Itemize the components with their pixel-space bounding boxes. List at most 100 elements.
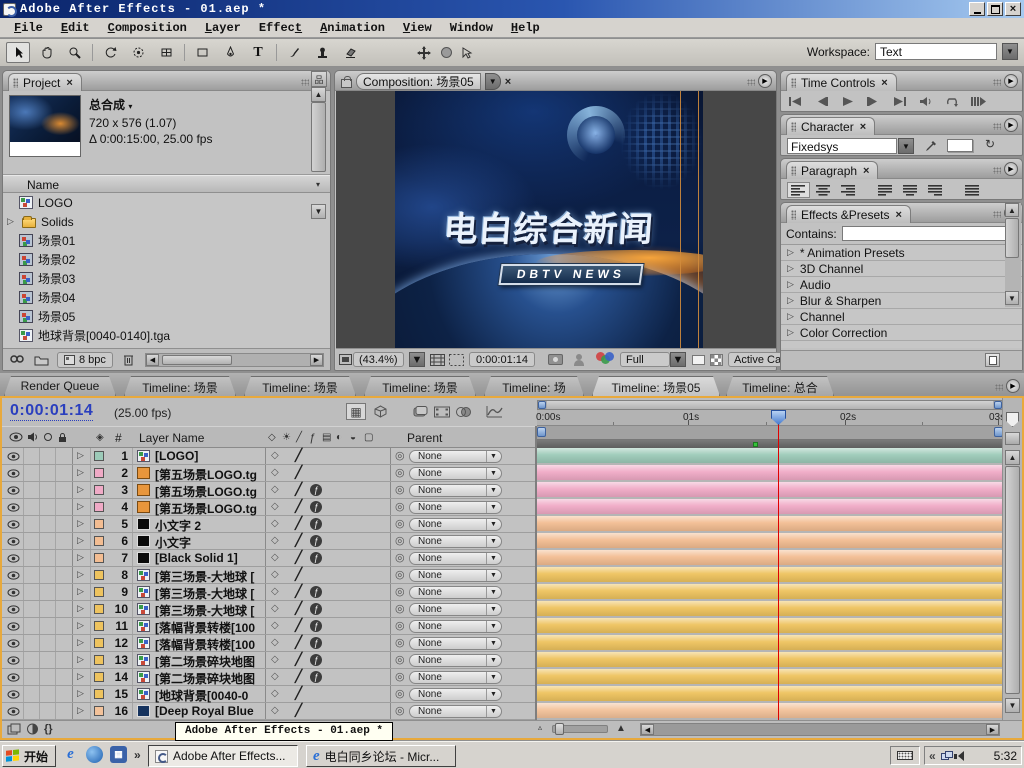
transparency-grid-icon[interactable] xyxy=(710,352,723,367)
align-center-button[interactable] xyxy=(812,182,835,198)
effects-toggle-icon[interactable]: ƒ xyxy=(310,484,322,496)
clone-stamp-tool[interactable] xyxy=(310,42,334,63)
restore-button[interactable] xyxy=(987,2,1003,16)
menu-window[interactable]: Window xyxy=(442,19,501,37)
menu-view[interactable]: View xyxy=(395,19,440,37)
scroll-up-icon[interactable]: ▲ xyxy=(1005,450,1020,465)
work-area-bar[interactable] xyxy=(537,426,1003,440)
viewer-dropdown-arrow[interactable]: ▼ xyxy=(485,73,501,90)
lock-column-icon[interactable] xyxy=(57,432,68,443)
chevron-down-icon[interactable]: ▼ xyxy=(486,451,500,462)
expander-icon[interactable]: ▷ xyxy=(77,501,84,512)
scroll-up-icon[interactable]: ▲ xyxy=(311,87,326,102)
layer-label-chip[interactable] xyxy=(94,553,104,563)
expander-icon[interactable]: ▷ xyxy=(787,327,794,338)
expander-icon[interactable]: ▷ xyxy=(77,654,84,665)
justify-last-left-button[interactable] xyxy=(874,182,897,198)
font-dropdown-arrow[interactable]: ▼ xyxy=(898,138,914,154)
project-item[interactable]: 场景01 xyxy=(3,231,330,250)
scroll-right-icon[interactable]: ▶ xyxy=(986,724,999,735)
parent-column-header[interactable]: Parent xyxy=(407,431,442,445)
panel-menu-icon[interactable]: ▶ xyxy=(1004,74,1018,88)
effects-switch-icon[interactable]: ƒ xyxy=(309,432,315,444)
tab-paragraph[interactable]: Paragraph× xyxy=(786,161,878,179)
ram-preview-button[interactable] xyxy=(969,94,986,108)
scroll-thumb[interactable] xyxy=(1005,218,1019,258)
quality-toggle-icon[interactable]: ╱ xyxy=(295,703,302,717)
video-toggle-icon[interactable] xyxy=(7,622,20,631)
panel-menu-icon[interactable]: ▶ xyxy=(1004,162,1018,176)
scroll-right-icon[interactable]: ▶ xyxy=(310,354,323,366)
expander-icon[interactable]: ▷ xyxy=(77,603,84,614)
close-icon[interactable]: × xyxy=(860,121,866,133)
layer-row[interactable]: ▷13[第二场景碎块地图◇╱ƒ◎None▼ xyxy=(2,652,535,669)
shy-toggle-icon[interactable]: ◇ xyxy=(271,586,279,597)
video-toggle-icon[interactable] xyxy=(7,554,20,563)
parent-select[interactable]: None▼ xyxy=(409,586,502,599)
quality-toggle-icon[interactable]: ╱ xyxy=(295,567,302,581)
taskbar-task-button[interactable]: Adobe After Effects... xyxy=(148,745,298,767)
expander-icon[interactable]: ▷ xyxy=(77,484,84,495)
shy-toggle-icon[interactable]: ◇ xyxy=(271,552,279,563)
new-preset-icon[interactable] xyxy=(985,353,1000,367)
layer-label-chip[interactable] xyxy=(94,638,104,648)
close-button[interactable]: × xyxy=(1005,2,1021,16)
in-out-panel-icon[interactable]: {} xyxy=(44,723,53,735)
project-comp-name[interactable]: 总合成 xyxy=(89,98,125,112)
pickwhip-icon[interactable]: ◎ xyxy=(395,517,405,530)
layer-label-chip[interactable] xyxy=(94,485,104,495)
safe-margins-icon[interactable] xyxy=(430,352,445,367)
adjustment-switch-icon[interactable]: ◒ xyxy=(350,432,356,443)
chevron-down-icon[interactable]: ▼ xyxy=(486,519,500,530)
menu-composition[interactable]: Composition xyxy=(100,19,195,37)
video-toggle-icon[interactable] xyxy=(7,452,20,461)
quick-launch-overflow-icon[interactable]: » xyxy=(134,748,141,762)
tab-timeline[interactable]: Timeline: 总合成 xyxy=(726,376,834,396)
video-toggle-icon[interactable] xyxy=(7,503,20,512)
chevron-down-icon[interactable]: ▼ xyxy=(486,553,500,564)
quality-toggle-icon[interactable]: ╱ xyxy=(295,618,302,632)
panel-menu-icon[interactable]: ▶ xyxy=(1006,379,1020,393)
video-toggle-icon[interactable] xyxy=(7,673,20,682)
parent-select[interactable]: None▼ xyxy=(409,552,502,565)
parent-select[interactable]: None▼ xyxy=(409,654,502,667)
minimize-button[interactable] xyxy=(969,2,985,16)
quality-toggle-icon[interactable]: ╱ xyxy=(295,499,302,513)
frame-blend-switch-icon[interactable]: ▤ xyxy=(322,432,331,443)
layer-label-chip[interactable] xyxy=(94,655,104,665)
project-item[interactable]: ▷Solids xyxy=(3,212,330,231)
number-column-header[interactable]: # xyxy=(115,431,122,445)
layer-duration-bar[interactable] xyxy=(537,618,1003,633)
layer-label-chip[interactable] xyxy=(94,689,104,699)
scroll-thumb[interactable] xyxy=(311,102,326,172)
project-item[interactable]: 场景02 xyxy=(3,250,330,269)
3d-switch-icon[interactable]: ▢ xyxy=(364,432,373,443)
text-tool[interactable]: T xyxy=(246,42,270,63)
motion-blur-switch-icon[interactable]: ◐ xyxy=(336,432,342,443)
layer-row[interactable]: ▷8[第三场景-大地球 [◇╱◎None▼ xyxy=(2,567,535,584)
next-frame-button[interactable] xyxy=(865,94,882,108)
shy-toggle-icon[interactable]: ◇ xyxy=(271,654,279,665)
video-toggle-icon[interactable] xyxy=(7,656,20,665)
layer-duration-bar[interactable] xyxy=(537,533,1003,548)
workspace-select[interactable]: Text xyxy=(875,43,997,60)
expander-icon[interactable]: ▷ xyxy=(77,620,84,631)
chevron-down-icon[interactable]: ▼ xyxy=(486,604,500,615)
project-scrollbar[interactable]: 品 ▲ ▼ xyxy=(311,71,328,226)
time-ruler[interactable]: 0:00s 01s 02s 03s xyxy=(537,410,1003,426)
audio-column-icon[interactable] xyxy=(27,432,39,442)
video-column-icon[interactable] xyxy=(9,432,23,442)
expander-icon[interactable]: ▷ xyxy=(787,311,794,322)
quality-toggle-icon[interactable]: ╱ xyxy=(295,686,302,700)
tab-timeline[interactable]: Timeline: 场景02 xyxy=(244,376,356,396)
video-toggle-icon[interactable] xyxy=(7,588,20,597)
project-name-column-header[interactable]: Name ▾ xyxy=(3,175,330,193)
shy-toggle-icon[interactable]: ◇ xyxy=(271,484,279,495)
previous-frame-button[interactable] xyxy=(813,94,830,108)
network-tray-icon[interactable] xyxy=(941,751,953,761)
expander-icon[interactable]: ▷ xyxy=(77,705,84,716)
effects-category[interactable]: ▷Channel xyxy=(781,309,1022,325)
zoom-tool[interactable] xyxy=(62,42,86,63)
motion-blur-icon[interactable] xyxy=(454,403,474,420)
lock-icon[interactable] xyxy=(341,79,352,88)
